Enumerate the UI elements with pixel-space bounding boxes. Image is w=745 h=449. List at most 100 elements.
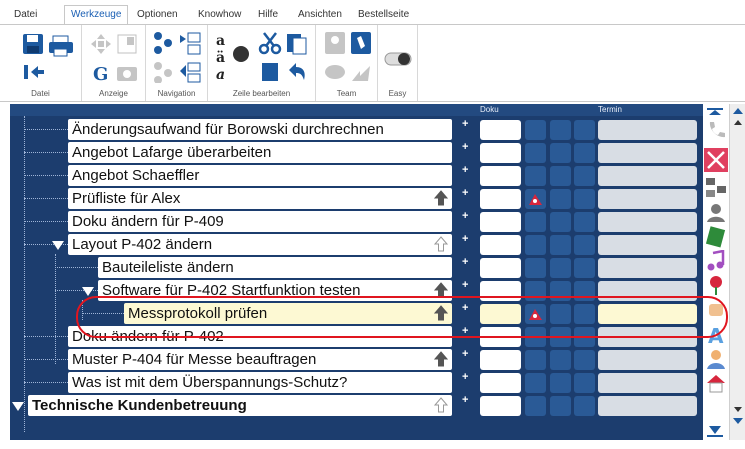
branch-icon[interactable] [152, 31, 174, 55]
scroll-down-small-icon[interactable] [732, 404, 744, 414]
termin-cell[interactable] [598, 373, 697, 393]
task-label[interactable]: Angebot Lafarge überarbeiten [68, 142, 452, 163]
add-subtask-button[interactable]: + [462, 164, 468, 176]
doku-cell[interactable] [480, 235, 521, 255]
add-subtask-button[interactable]: + [462, 394, 468, 406]
status-cell[interactable] [525, 350, 546, 370]
doku-cell[interactable] [480, 396, 521, 416]
expand-toggle-icon[interactable] [52, 241, 64, 250]
status-cell[interactable] [525, 189, 546, 209]
book-icon[interactable] [705, 226, 727, 248]
doku-cell[interactable] [480, 189, 521, 209]
tab-optionen[interactable]: Optionen [137, 9, 178, 20]
tree-row[interactable]: Muster P-404 für Messe beauftragen + [10, 348, 703, 371]
add-subtask-button[interactable]: + [462, 210, 468, 222]
people-icon[interactable] [705, 202, 727, 224]
color-icon[interactable] [232, 45, 250, 63]
save-icon[interactable] [22, 33, 44, 55]
toggle-icon[interactable] [384, 51, 412, 67]
phone-icon[interactable] [705, 120, 727, 142]
person-icon[interactable] [705, 348, 727, 370]
doku-cell[interactable] [480, 166, 521, 186]
status-cell[interactable] [525, 212, 546, 232]
doku-cell[interactable] [480, 212, 521, 232]
scroll-up-icon[interactable] [732, 106, 744, 116]
scroll-bottom-icon[interactable] [705, 416, 725, 438]
print-icon[interactable] [48, 35, 74, 57]
status-cell[interactable] [550, 212, 571, 232]
status-cell[interactable] [525, 166, 546, 186]
tree-row[interactable]: Änderungsaufwand für Borowski durchrechn… [10, 118, 703, 141]
status-cell[interactable] [525, 373, 546, 393]
collapse-tree-icon[interactable] [178, 61, 202, 83]
branch-gray-icon[interactable] [152, 61, 174, 83]
priority-up-icon[interactable] [434, 351, 448, 367]
termin-cell[interactable] [598, 143, 697, 163]
star-tool-icon[interactable] [704, 148, 728, 172]
priority-up-icon[interactable] [434, 190, 448, 206]
tree-row[interactable]: Angebot Schaeffler + [10, 164, 703, 187]
status-cell[interactable] [574, 212, 595, 232]
tab-hilfe[interactable]: Hilfe [258, 9, 278, 20]
task-label[interactable]: Bauteileliste ändern [98, 257, 452, 278]
expand-tree-icon[interactable] [178, 31, 202, 55]
status-cell[interactable] [574, 189, 595, 209]
termin-cell[interactable] [598, 258, 697, 278]
tab-werkzeuge[interactable]: Werkzeuge [64, 5, 129, 25]
status-cell[interactable] [574, 258, 595, 278]
contacts-icon[interactable] [324, 31, 346, 55]
status-cell[interactable] [574, 373, 595, 393]
add-subtask-button[interactable]: + [462, 371, 468, 383]
status-cell[interactable] [550, 189, 571, 209]
add-subtask-button[interactable]: + [462, 141, 468, 153]
tab-knowhow[interactable]: Knowhow [198, 9, 241, 20]
status-cell[interactable] [525, 235, 546, 255]
task-label[interactable]: Layout P-402 ändern [68, 234, 452, 255]
undo-icon[interactable] [286, 61, 308, 83]
tree-row[interactable]: Bauteileliste ändern + [10, 256, 703, 279]
exit-icon[interactable] [23, 63, 45, 81]
expand-toggle-icon[interactable] [12, 402, 24, 411]
termin-cell[interactable] [598, 235, 697, 255]
move-icon[interactable] [90, 33, 112, 55]
house-icon[interactable] [705, 372, 727, 394]
add-subtask-button[interactable]: + [462, 256, 468, 268]
task-label[interactable]: Prüfliste für Alex [68, 188, 452, 209]
add-subtask-button[interactable]: + [462, 279, 468, 291]
termin-cell[interactable] [598, 166, 697, 186]
status-cell[interactable] [550, 143, 571, 163]
termin-cell[interactable] [598, 120, 697, 140]
priority-up-outline-icon[interactable] [434, 397, 448, 413]
termin-cell[interactable] [598, 350, 697, 370]
tree-row[interactable]: Technische Kundenbetreuung + [10, 394, 703, 417]
share-icon[interactable] [350, 63, 372, 83]
task-label[interactable]: Angebot Schaeffler [68, 165, 452, 186]
status-cell[interactable] [550, 235, 571, 255]
tree-row[interactable]: Prüfliste für Alex + [10, 187, 703, 210]
status-cell[interactable] [574, 235, 595, 255]
doku-cell[interactable] [480, 350, 521, 370]
status-cell[interactable] [574, 396, 595, 416]
task-label[interactable]: Muster P-404 für Messe beauftragen [68, 349, 452, 370]
rose-icon[interactable] [705, 274, 727, 296]
status-cell[interactable] [550, 120, 571, 140]
doku-cell[interactable] [480, 373, 521, 393]
tree-row[interactable]: Angebot Lafarge überarbeiten + [10, 141, 703, 164]
status-cell[interactable] [550, 258, 571, 278]
chat-icon[interactable] [324, 63, 346, 83]
status-cell[interactable] [550, 396, 571, 416]
scroll-up-small-icon[interactable] [732, 118, 744, 128]
network-icon[interactable] [705, 176, 727, 198]
tab-bestellseite[interactable]: Bestellseite [358, 9, 409, 20]
music-note-icon[interactable] [705, 250, 727, 272]
priority-up-outline-icon[interactable] [434, 236, 448, 252]
status-cell[interactable] [574, 166, 595, 186]
status-cell[interactable] [550, 350, 571, 370]
tree-row[interactable]: Layout P-402 ändern + [10, 233, 703, 256]
task-label[interactable]: Änderungsaufwand für Borowski durchrechn… [68, 119, 452, 140]
task-label[interactable]: Doku ändern für P-409 [68, 211, 452, 232]
add-subtask-button[interactable]: + [462, 118, 468, 130]
status-cell[interactable] [525, 258, 546, 278]
tab-datei[interactable]: Datei [14, 9, 37, 20]
add-subtask-button[interactable]: + [462, 348, 468, 360]
